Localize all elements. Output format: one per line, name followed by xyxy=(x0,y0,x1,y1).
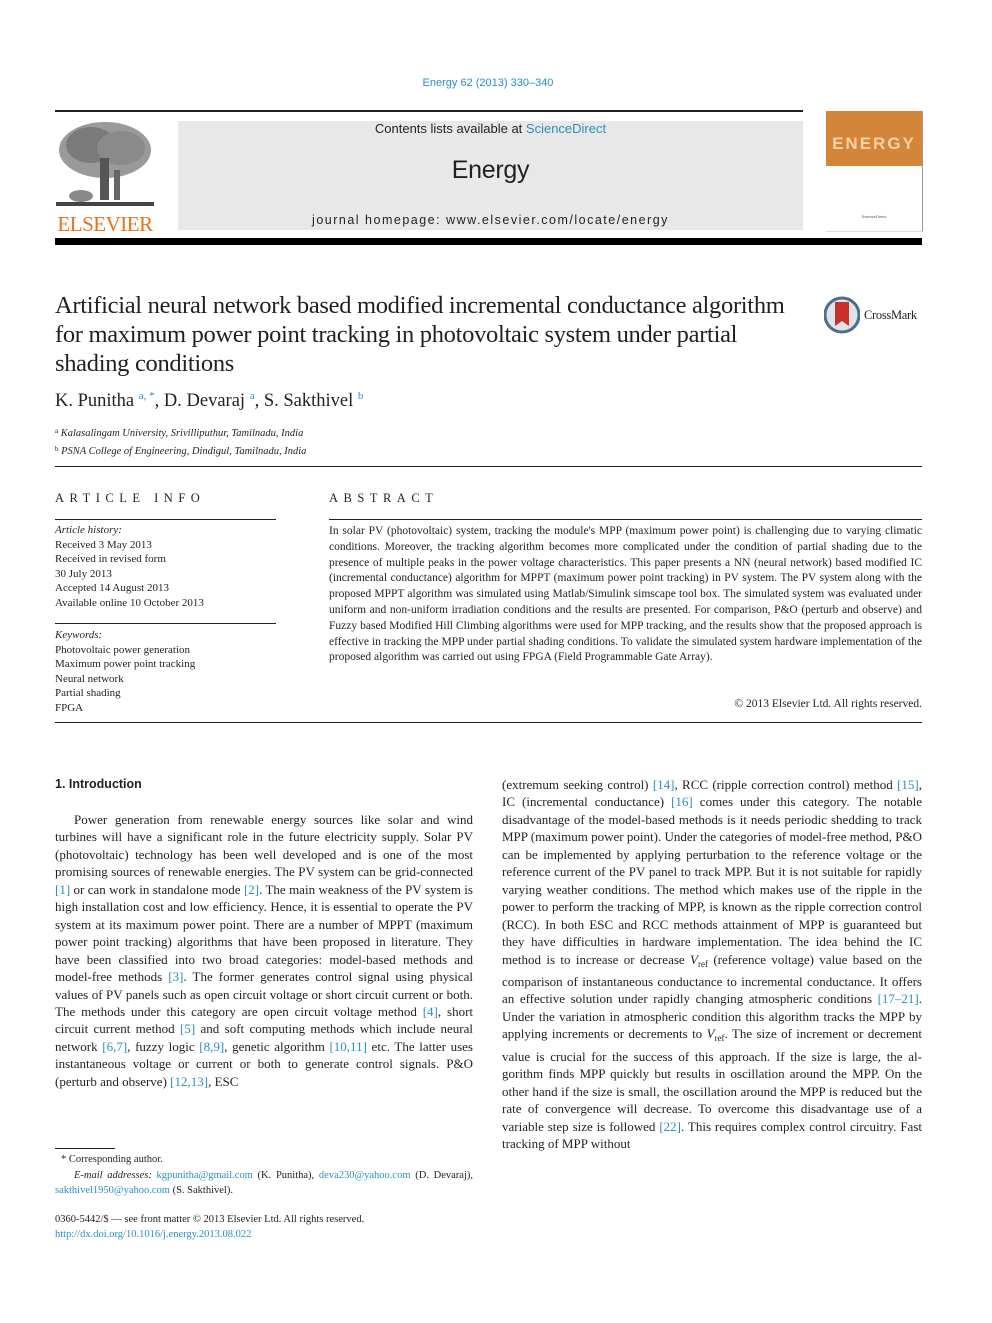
keyword: Neural network xyxy=(55,672,124,685)
corresponding-author-note: * Corresponding author. xyxy=(61,1154,163,1165)
citation-link[interactable]: [16] xyxy=(671,794,693,809)
citation-link[interactable]: [3] xyxy=(168,969,183,984)
keywords-label: Keywords: xyxy=(55,629,103,641)
journal-masthead: Contents lists available at ScienceDirec… xyxy=(178,121,803,230)
header-bottom-rule xyxy=(55,238,922,245)
affiliation-text: PSNA College of Engineering, Dindigul, T… xyxy=(61,445,307,457)
body-column-right: (extremum seeking control) [14], RCC (ri… xyxy=(502,776,922,1153)
citation-link[interactable]: [14] xyxy=(653,777,675,792)
citation-link[interactable]: [22] xyxy=(659,1119,681,1134)
contents-available-line: Contents lists available at ScienceDirec… xyxy=(178,121,803,136)
citation-link[interactable]: [12,13] xyxy=(170,1074,208,1089)
keyword: Photovoltaic power generation xyxy=(55,643,191,656)
keyword: Maximum power point tracking xyxy=(55,658,196,670)
affiliations: a Kalasalingam University, Srivilliputhu… xyxy=(55,424,306,459)
divider xyxy=(55,722,922,723)
divider xyxy=(55,466,922,467)
author-affiliation-mark[interactable]: a, * xyxy=(139,390,155,402)
crossmark-label: CrossMark xyxy=(864,308,917,322)
cover-title: ENERGY xyxy=(832,134,916,153)
footnotes: * Corresponding author. E-mail addresses… xyxy=(55,1152,473,1199)
abstract-copyright: © 2013 Elsevier Ltd. All rights reserved… xyxy=(734,698,922,710)
body-text: or can work in standalone mode xyxy=(70,881,244,897)
elsevier-logo[interactable]: ELSEVIER xyxy=(52,120,158,236)
author-affiliation-mark[interactable]: b xyxy=(358,390,364,402)
journal-citation[interactable]: Energy 62 (2013) 330–340 xyxy=(0,77,976,89)
article-history: Article history: Received 3 May 2013 Rec… xyxy=(55,523,204,610)
math-variable: Vref xyxy=(706,1026,725,1044)
citation-link[interactable]: [8,9] xyxy=(199,1039,224,1054)
affiliation-mark: b xyxy=(55,444,59,453)
history-item: Received in revised form xyxy=(55,553,166,565)
journal-cover-thumbnail[interactable]: ENERGY ScienceDirect xyxy=(826,111,923,232)
body-text: comes under this category. The notable d… xyxy=(502,794,922,967)
footnote-rule xyxy=(55,1148,115,1149)
divider xyxy=(55,623,276,624)
cover-footer: ScienceDirect xyxy=(861,214,887,219)
sciencedirect-link[interactable]: ScienceDirect xyxy=(526,121,606,136)
body-text: Power generation from renewable energy s… xyxy=(55,812,473,880)
header-top-rule xyxy=(55,110,803,112)
email-link[interactable]: sakthivel1950@yahoo.com xyxy=(55,1185,170,1196)
keyword: FPGA xyxy=(55,701,84,714)
citation-link[interactable]: [10,11] xyxy=(329,1039,366,1054)
section-heading-introduction: 1. Introduction xyxy=(55,777,142,791)
history-label: Article history: xyxy=(55,524,122,536)
citation-link[interactable]: [6,7] xyxy=(102,1039,127,1054)
email-link[interactable]: deva230@yahoo.com xyxy=(319,1170,411,1181)
citation-link[interactable]: [5] xyxy=(180,1021,195,1036)
email-label: E-mail addresses: xyxy=(74,1169,152,1181)
affiliation-mark: a xyxy=(55,427,59,435)
author-separator: , xyxy=(154,391,164,411)
citation-link[interactable]: [17–21] xyxy=(878,991,919,1006)
email-owner: (K. Punitha), xyxy=(257,1169,315,1181)
affiliation: b PSNA College of Engineering, Dindigul,… xyxy=(55,442,306,460)
article-info-heading: ARTICLE INFO xyxy=(55,491,206,505)
history-item: 30 July 2013 xyxy=(55,567,112,580)
citation-link[interactable]: [2] xyxy=(244,882,259,897)
body-text: (extremum seeking control) xyxy=(502,777,653,792)
citation-link[interactable]: [15] xyxy=(897,777,919,792)
abstract-text: In solar PV (photovoltaic) system, track… xyxy=(329,525,922,664)
elsevier-wordmark: ELSEVIER xyxy=(57,212,153,236)
divider xyxy=(55,519,276,520)
history-item: Accepted 14 August 2013 xyxy=(55,582,169,594)
crossmark-button[interactable]: CrossMark xyxy=(824,296,924,336)
keyword: Partial shading xyxy=(55,687,121,699)
author-separator: , xyxy=(254,391,264,411)
article-title: Artificial neural network based modified… xyxy=(55,292,785,377)
body-text: , genetic algorithm xyxy=(224,1038,330,1054)
author-name[interactable]: K. Punitha xyxy=(55,391,134,411)
journal-homepage[interactable]: journal homepage: www.elsevier.com/locat… xyxy=(178,213,803,227)
front-matter: 0360-5442/$ — see front matter © 2013 El… xyxy=(55,1212,473,1242)
citation-link[interactable]: [4] xyxy=(423,1004,438,1019)
email-owner: (S. Sakthivel). xyxy=(172,1185,233,1196)
contents-prefix: Contents lists available at xyxy=(374,121,526,136)
elsevier-tree-icon xyxy=(56,122,154,206)
history-item: Available online 10 October 2013 xyxy=(55,596,204,609)
history-item: Received 3 May 2013 xyxy=(55,538,152,551)
journal-name[interactable]: Energy xyxy=(178,156,803,185)
issn-line: 0360-5442/$ — see front matter © 2013 El… xyxy=(55,1214,365,1225)
body-text: , ESC xyxy=(208,1073,239,1089)
divider xyxy=(329,519,922,520)
body-text: , fuzzy logic xyxy=(127,1038,200,1054)
doi-link[interactable]: http://dx.doi.org/10.1016/j.energy.2013.… xyxy=(55,1227,473,1242)
email-addresses: E-mail addresses: kgpunitha@gmail.com (K… xyxy=(55,1168,473,1199)
body-column-left: Power generation from renewable energy s… xyxy=(55,811,473,1090)
body-text: . The size of increment or decrement val… xyxy=(502,1026,922,1134)
affiliation: a Kalasalingam University, Srivilliputhu… xyxy=(55,424,306,442)
author-name[interactable]: D. Devaraj xyxy=(164,391,245,411)
email-owner: (D. Devaraj), xyxy=(415,1169,474,1181)
citation-link[interactable]: [1] xyxy=(55,882,70,897)
affiliation-text: Kalasalingam University, Srivilliputhur,… xyxy=(60,428,304,439)
author-list: K. Punitha a, *, D. Devaraj a, S. Sakthi… xyxy=(55,390,363,412)
crossmark-icon xyxy=(824,296,860,334)
body-text: , RCC (ripple correction control) method xyxy=(674,777,898,792)
author-name[interactable]: S. Sakthivel xyxy=(264,391,353,411)
keywords: Keywords: Photovoltaic power generation … xyxy=(55,628,195,715)
math-variable: Vref xyxy=(690,951,708,969)
email-link[interactable]: kgpunitha@gmail.com xyxy=(157,1170,253,1181)
abstract-heading: ABSTRACT xyxy=(329,491,439,505)
